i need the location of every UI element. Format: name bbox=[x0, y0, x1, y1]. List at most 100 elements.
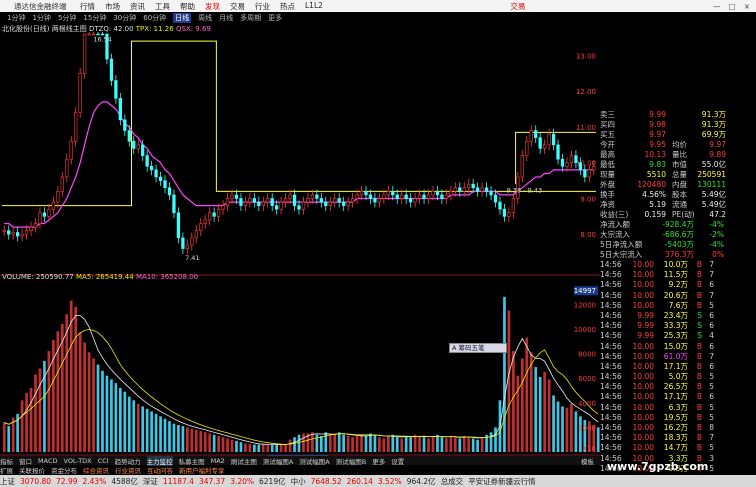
candle-body bbox=[310, 194, 315, 199]
maximize-button[interactable]: □ bbox=[729, 2, 736, 11]
flow-row[interactable]: 5日净流入额 -5403万 -4% bbox=[600, 240, 756, 250]
tab-period[interactable]: 多周期 bbox=[240, 13, 261, 23]
tick-direction: S bbox=[697, 331, 702, 341]
volume-bar bbox=[382, 438, 386, 452]
tick-time: 14:56 bbox=[600, 290, 622, 300]
volume-bar bbox=[203, 432, 207, 452]
tab-period[interactable]: 15分钟 bbox=[83, 13, 106, 23]
tab-period[interactable]: 更多 bbox=[268, 13, 282, 23]
tab-period[interactable]: 1分钟 bbox=[32, 13, 50, 23]
volume-bar bbox=[520, 358, 524, 452]
menu-item[interactable]: 市场 bbox=[105, 1, 120, 12]
minimize-button[interactable]: — bbox=[713, 2, 721, 11]
volume-bar bbox=[404, 436, 408, 452]
volume-bar bbox=[168, 421, 171, 452]
flow-row[interactable]: 净流入额 -928.4万 -4% bbox=[600, 220, 756, 230]
tab-period[interactable]: 周线 bbox=[198, 13, 212, 23]
menu-item[interactable]: 交易 bbox=[230, 1, 245, 12]
quote-panel: 卖三 9.99 91.3万 买四 9.98 91.3万 买五 9.97 69.9万 今开 9.95 均… bbox=[600, 110, 756, 487]
tab-period[interactable]: 60分钟 bbox=[143, 13, 166, 23]
tick-price: 10.00 bbox=[632, 433, 654, 443]
chip-popup[interactable]: A 筹码五笔 bbox=[449, 343, 507, 353]
menu-item[interactable]: L1L2 bbox=[305, 1, 323, 12]
menu-item[interactable]: 工具 bbox=[155, 1, 170, 12]
flow-row[interactable]: 5日大宗流入 376.3万 0% bbox=[600, 250, 756, 260]
order-label: 买四 bbox=[600, 120, 615, 129]
tab-extension[interactable]: 新用户福利专享 bbox=[179, 465, 225, 475]
menu-item-trade-right[interactable]: 交易 bbox=[511, 1, 526, 12]
candle-body bbox=[203, 219, 207, 224]
tab-extension[interactable]: 互动问答 bbox=[147, 465, 173, 475]
tab-extension[interactable]: 扩展 bbox=[0, 465, 13, 475]
volume-bar bbox=[476, 439, 479, 452]
menu-item[interactable]: 帮助 bbox=[180, 1, 195, 12]
tab-indicator[interactable]: CCI bbox=[98, 457, 109, 465]
candle-body bbox=[15, 232, 20, 237]
kline-chart[interactable]: 13.0012.0011.0010.009.008.0016.5414.00 -… bbox=[0, 32, 600, 462]
candle-body bbox=[266, 198, 270, 203]
volume-bar bbox=[378, 437, 381, 452]
candle-body bbox=[529, 130, 533, 142]
menu-item[interactable]: 行情 bbox=[80, 1, 95, 12]
stat-value: 10.13 bbox=[644, 150, 666, 159]
menu-item[interactable]: 热点 bbox=[280, 1, 295, 12]
volume-bar bbox=[293, 437, 296, 452]
tick-price: 10.00 bbox=[632, 392, 654, 402]
status-item: 7648.52 bbox=[310, 476, 342, 486]
candle-body bbox=[60, 176, 64, 192]
candle-body bbox=[20, 233, 24, 237]
flow-row[interactable]: 大宗流入 -686.6万 -2% bbox=[600, 230, 756, 240]
menu-item[interactable]: 行业 bbox=[255, 1, 270, 12]
tab-period[interactable]: 30分钟 bbox=[113, 13, 136, 23]
price-tick-label: 12.00 bbox=[576, 88, 596, 96]
stat-label-2: 量比 bbox=[672, 150, 687, 159]
tab-extension[interactable]: 资金分布 bbox=[51, 465, 77, 475]
menu-item[interactable]: 资讯 bbox=[130, 1, 145, 12]
candle-body bbox=[511, 198, 516, 214]
tab-extension[interactable]: 综合资讯 bbox=[83, 465, 109, 475]
candle-body bbox=[230, 194, 234, 199]
tab-indicator[interactable]: 测试幅图A bbox=[299, 456, 329, 466]
volume-tick-label: 6000 bbox=[578, 375, 596, 383]
tab-period[interactable]: 月线 bbox=[219, 13, 233, 23]
stat-row: 最低 9.83 市值 55.0亿 bbox=[600, 160, 756, 170]
tab-indicator[interactable]: MA2 bbox=[211, 457, 225, 465]
tick-volume: 33.3万 bbox=[663, 321, 688, 331]
tab-indicator[interactable]: VOL-TDX bbox=[63, 457, 91, 465]
tab-indicator[interactable]: 测试幅图A bbox=[263, 456, 293, 466]
tick-time: 14:56 bbox=[600, 260, 622, 269]
stat-value: 4.56% bbox=[642, 190, 666, 199]
volume-bar bbox=[288, 439, 292, 452]
flow-pct: 0% bbox=[712, 250, 724, 259]
tab-indicator[interactable]: 测试幅图B bbox=[336, 456, 366, 466]
tab-period[interactable]: 5分钟 bbox=[58, 13, 76, 23]
volume-bar bbox=[83, 342, 86, 452]
volume-bar bbox=[413, 434, 417, 452]
volume-bar bbox=[208, 433, 212, 452]
order-volume: 69.9万 bbox=[701, 130, 726, 139]
candle-body bbox=[328, 201, 332, 206]
stat-label-2: 总量 bbox=[672, 170, 687, 179]
tab-period[interactable]: 日线 bbox=[173, 12, 192, 23]
volume-bar bbox=[261, 444, 265, 452]
menu-item[interactable]: 发现 bbox=[205, 1, 220, 12]
order-volume: 91.3万 bbox=[701, 110, 726, 119]
tab-extension[interactable]: 关联报价 bbox=[19, 465, 45, 475]
volume-bar bbox=[565, 407, 569, 452]
volume-bar bbox=[467, 437, 471, 452]
volume-bar bbox=[78, 332, 82, 452]
tab-indicator[interactable]: MACD bbox=[38, 457, 57, 465]
close-button[interactable]: × bbox=[744, 2, 750, 11]
stat-value-2: 47.2 bbox=[709, 210, 726, 219]
stat-label: 现量 bbox=[600, 170, 615, 179]
tab-template[interactable]: 模板 bbox=[581, 456, 594, 466]
volume-bar bbox=[20, 400, 24, 452]
tab-period[interactable]: 1分钟 bbox=[7, 13, 25, 23]
tab-indicator[interactable]: 设置 bbox=[391, 456, 404, 466]
tab-indicator[interactable]: 更多 bbox=[372, 456, 385, 466]
tab-indicator[interactable]: 刷试主图 bbox=[231, 456, 257, 466]
tab-extension[interactable]: 行业资讯 bbox=[115, 465, 141, 475]
candle-body bbox=[248, 198, 252, 203]
volume-bar bbox=[159, 416, 162, 452]
volume-header: VOLUME: 250590.77 MA5: 265419.44 MA10: 3… bbox=[2, 273, 198, 281]
